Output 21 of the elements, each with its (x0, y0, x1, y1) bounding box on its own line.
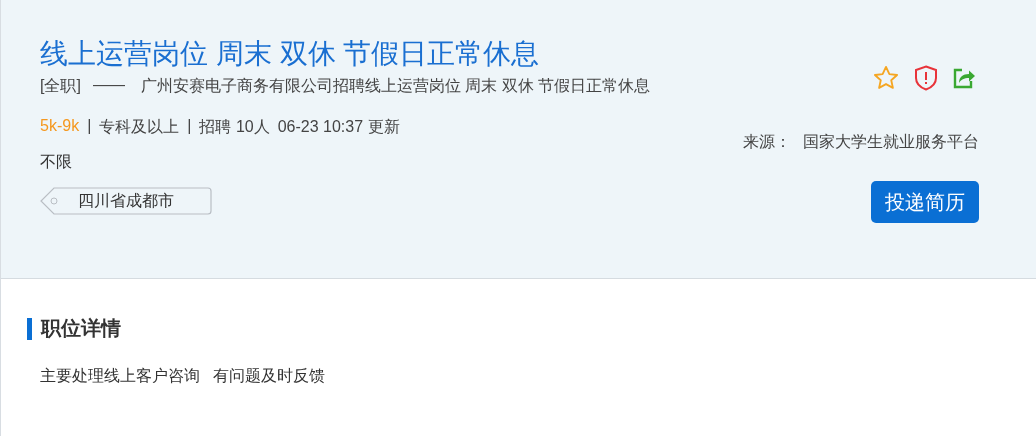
company-line: 广州安赛电子商务有限公司招聘线上运营岗位 周末 双休 节假日正常休息 (140, 76, 651, 96)
employment-type: [全职] (40, 76, 81, 96)
source-label: 来源： (743, 132, 791, 152)
apply-button[interactable]: 投递简历 (871, 181, 979, 223)
meta-text: 招聘 10人 (199, 117, 270, 137)
meta-text: 专科及以上 (99, 117, 180, 137)
share-icon[interactable] (952, 66, 976, 90)
warning-shield-icon[interactable] (914, 65, 938, 91)
source-name: 国家大学生就业服务平台 (803, 132, 979, 152)
salary-text: 5k-9k (40, 117, 80, 136)
job-description: 主要处理线上客户咨询 有问题及时反馈 (40, 366, 327, 386)
heading-bar (27, 317, 32, 340)
job-title: 线上运营岗位 周末 双休 节假日正常休息 (40, 37, 541, 71)
dash-separator: —— (92, 76, 125, 95)
location-tag: 四川省成都市 (40, 187, 212, 215)
separator: | (87, 117, 92, 136)
star-icon[interactable] (872, 64, 900, 92)
separator: | (187, 117, 192, 136)
meta-text: 06-23 10:37 更新 (277, 117, 400, 137)
requirement-text: 不限 (40, 152, 73, 172)
section-heading: 职位详情 (41, 316, 121, 341)
